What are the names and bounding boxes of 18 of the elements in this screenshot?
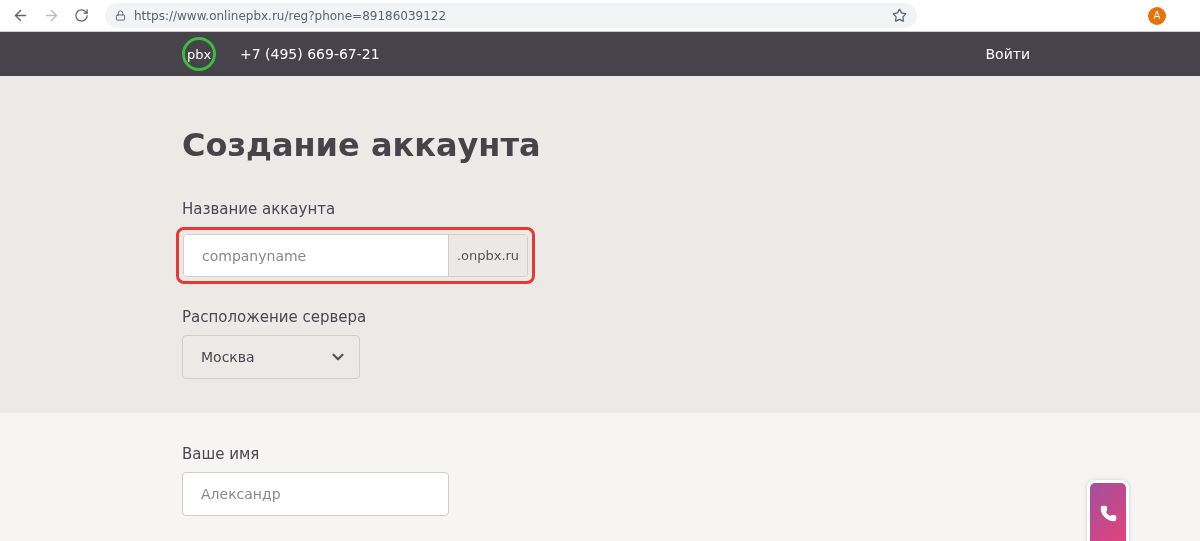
reload-icon[interactable] <box>74 8 89 23</box>
name-field[interactable]: Александр <box>182 472 449 516</box>
server-dropdown[interactable]: Москва <box>182 335 360 379</box>
lock-icon <box>115 10 126 21</box>
account-name-field[interactable]: companyname .onpbx.ru <box>183 234 528 277</box>
login-link[interactable]: Войти <box>985 46 1030 62</box>
field-label: Расположение сервера <box>182 308 367 326</box>
field-label: Ваше имя <box>182 445 260 463</box>
page-title: Создание аккаунта <box>182 126 541 164</box>
call-widget[interactable] <box>1087 480 1129 541</box>
back-icon[interactable] <box>12 7 29 24</box>
logo[interactable]: pbx <box>182 37 216 71</box>
domain-suffix: .onpbx.ru <box>448 235 527 276</box>
address-bar[interactable]: https://www.onlinepbx.ru/reg?phone=89186039122 <box>105 3 917 28</box>
star-icon[interactable] <box>892 8 907 23</box>
field-label: Название аккаунта <box>182 200 336 218</box>
phone-icon <box>1099 505 1117 522</box>
phone-number: +7 (495) 669-67-21 <box>240 46 380 62</box>
